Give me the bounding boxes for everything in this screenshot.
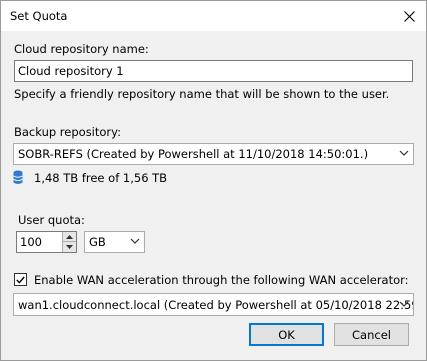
quota-unit-selected: GB [89, 235, 106, 249]
set-quota-dialog: Set Quota Cloud repository name: Cloud r… [0, 0, 427, 361]
wan-accelerator-select[interactable]: wan1.cloudconnect.local (Created by Powe… [13, 293, 414, 316]
wan-acceleration-checkbox[interactable] [14, 273, 27, 286]
ok-button[interactable]: OK [249, 323, 324, 346]
title-bar: Set Quota [1, 1, 426, 31]
checkmark-icon [16, 276, 25, 284]
quota-decrease-button[interactable] [62, 242, 76, 252]
chevron-down-icon [399, 150, 409, 156]
arrow-up-icon [66, 234, 73, 239]
backup-repository-label: Backup repository: [14, 125, 121, 139]
chevron-down-icon [399, 301, 409, 307]
cloud-repository-name-input[interactable]: Cloud repository 1 [14, 60, 413, 82]
chevron-down-icon [130, 238, 140, 244]
close-icon [403, 10, 415, 22]
window-title: Set Quota [10, 9, 68, 23]
user-quota-label: User quota: [18, 213, 85, 227]
cloud-repository-name-label: Cloud repository name: [14, 42, 149, 56]
cloud-repository-name-value: Cloud repository 1 [18, 64, 124, 78]
quota-increase-button[interactable] [62, 232, 76, 242]
ok-button-label: OK [278, 327, 295, 342]
arrow-down-icon [66, 245, 73, 249]
user-quota-value: 100 [20, 235, 42, 249]
wan-accelerator-selected: wan1.cloudconnect.local (Created by Powe… [18, 298, 414, 312]
cancel-button-label: Cancel [352, 327, 391, 342]
wan-acceleration-label: Enable WAN acceleration through the foll… [34, 273, 409, 287]
close-button[interactable] [392, 1, 426, 31]
backup-repository-select[interactable]: SOBR-REFS (Created by Powershell at 11/1… [13, 143, 414, 165]
backup-repository-selected: SOBR-REFS (Created by Powershell at 11/1… [18, 147, 369, 161]
quota-unit-select[interactable]: GB [84, 231, 145, 253]
database-icon [13, 170, 23, 184]
user-quota-stepper[interactable]: 100 [16, 231, 77, 253]
cloud-repository-name-hint: Specify a friendly repository name that … [14, 87, 390, 101]
cancel-button[interactable]: Cancel [334, 323, 409, 346]
free-space-text: 1,48 TB free of 1,56 TB [34, 171, 168, 185]
